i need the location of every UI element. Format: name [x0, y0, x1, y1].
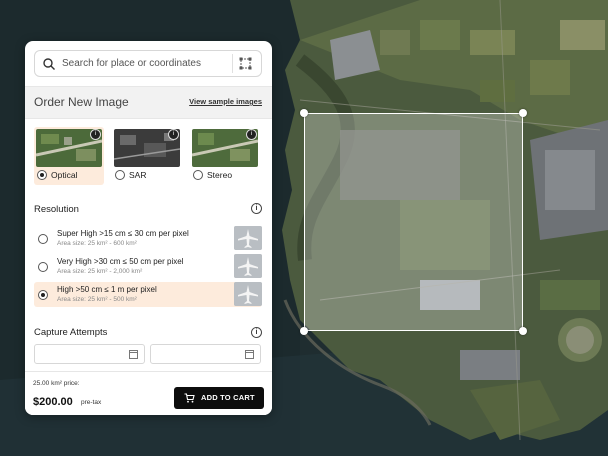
product-option-stereo[interactable]: i Stereo	[190, 127, 260, 185]
resolution-area: Area size: 25 km² - 600 km²	[57, 240, 137, 247]
radio-super-high[interactable]	[38, 234, 48, 244]
airplane-sample-icon	[234, 254, 262, 278]
add-to-cart-label: ADD TO CART	[201, 393, 255, 402]
product-label-sar: SAR	[129, 170, 147, 180]
radio-optical[interactable]	[37, 170, 47, 180]
search-icon	[43, 58, 55, 70]
resolution-name: Very High >30 cm ≤ 50 cm per pixel	[57, 257, 184, 266]
radio-very-high[interactable]	[38, 262, 48, 272]
order-footer: 25.00 km² price: $200.00 pre-tax ADD TO …	[25, 371, 272, 415]
radio-stereo[interactable]	[193, 170, 203, 180]
end-date-field[interactable]	[150, 344, 261, 364]
area-selection-box[interactable]	[304, 113, 523, 331]
order-panel: Order New Image View sample images i Opt…	[25, 41, 272, 415]
radio-sar[interactable]	[115, 170, 125, 180]
airplane-sample-icon	[234, 226, 262, 250]
search-bar	[34, 50, 262, 77]
order-header: Order New Image View sample images	[25, 86, 272, 119]
info-icon[interactable]: i	[90, 129, 101, 140]
resolution-option-very-high[interactable]: Very High >30 cm ≤ 50 cm per pixel Area …	[34, 254, 262, 279]
draw-area-icon[interactable]	[238, 56, 253, 71]
resolution-area: Area size: 25 km² - 2,000 km²	[57, 268, 143, 275]
order-title: Order New Image	[34, 95, 129, 109]
start-date-field[interactable]	[34, 344, 145, 364]
view-sample-images-link[interactable]: View sample images	[189, 97, 262, 106]
resolution-area: Area size: 25 km² - 500 km²	[57, 296, 137, 303]
resolution-option-high[interactable]: High >50 cm ≤ 1 m per pixel Area size: 2…	[34, 282, 262, 307]
product-label-optical: Optical	[51, 170, 78, 180]
resolution-option-super-high[interactable]: Super High >15 cm ≤ 30 cm per pixel Area…	[34, 226, 262, 251]
resolution-name: Super High >15 cm ≤ 30 cm per pixel	[57, 229, 189, 238]
capture-info-icon[interactable]: i	[251, 327, 262, 338]
info-icon[interactable]: i	[246, 129, 257, 140]
selection-handle-top-left[interactable]	[300, 109, 308, 117]
add-to-cart-button[interactable]: ADD TO CART	[174, 387, 264, 409]
radio-high[interactable]	[38, 290, 48, 300]
product-option-sar[interactable]: i SAR	[112, 127, 182, 185]
product-label-stereo: Stereo	[207, 170, 233, 180]
search-input[interactable]	[62, 55, 222, 72]
selection-handle-bottom-left[interactable]	[300, 327, 308, 335]
product-option-optical[interactable]: i Optical	[34, 127, 104, 185]
cart-icon	[184, 393, 195, 403]
capture-attempts-title: Capture Attempts	[34, 327, 108, 338]
resolution-name: High >50 cm ≤ 1 m per pixel	[57, 285, 157, 294]
calendar-icon	[129, 350, 138, 359]
info-icon[interactable]: i	[168, 129, 179, 140]
resolution-info-icon[interactable]: i	[251, 203, 262, 214]
resolution-title: Resolution	[34, 204, 79, 215]
airplane-sample-icon	[234, 282, 262, 306]
selection-handle-top-right[interactable]	[519, 109, 527, 117]
search-divider	[232, 54, 233, 73]
price-label: 25.00 km² price:	[33, 380, 80, 387]
selection-handle-bottom-right[interactable]	[519, 327, 527, 335]
price-value: $200.00	[33, 396, 73, 408]
calendar-icon	[245, 350, 254, 359]
tax-note: pre-tax	[81, 399, 102, 406]
